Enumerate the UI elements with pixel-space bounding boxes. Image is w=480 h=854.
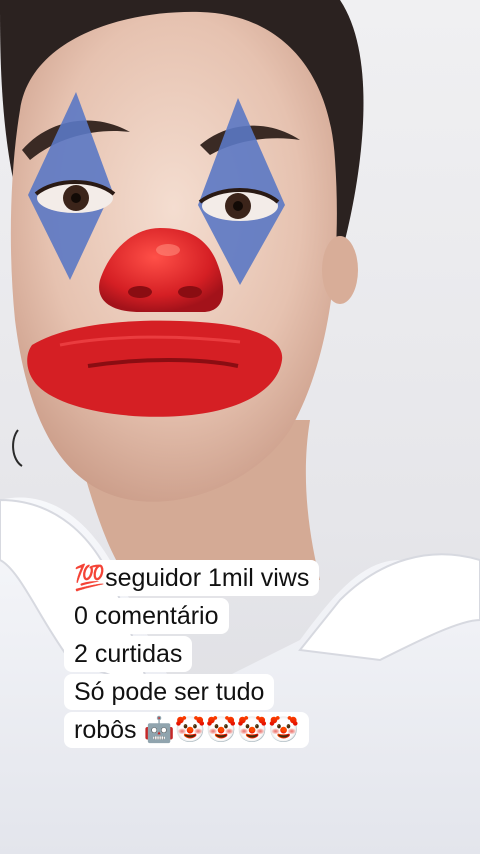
caption-line-5: robôs 🤖🤡🤡🤡🤡 bbox=[64, 712, 310, 748]
caption-line-3: 2 curtidas bbox=[64, 636, 193, 672]
video-frame: 💯seguidor 1mil viws 0 comentário 2 curti… bbox=[0, 0, 480, 854]
earring bbox=[12, 429, 23, 467]
ear bbox=[322, 236, 358, 304]
caption-line-2: 0 comentário bbox=[64, 598, 229, 634]
caption-line-4: Só pode ser tudo bbox=[64, 674, 275, 710]
caption-line-1: 💯seguidor 1mil viws bbox=[64, 560, 320, 596]
caption-overlay: 💯seguidor 1mil viws 0 comentário 2 curti… bbox=[64, 560, 364, 750]
